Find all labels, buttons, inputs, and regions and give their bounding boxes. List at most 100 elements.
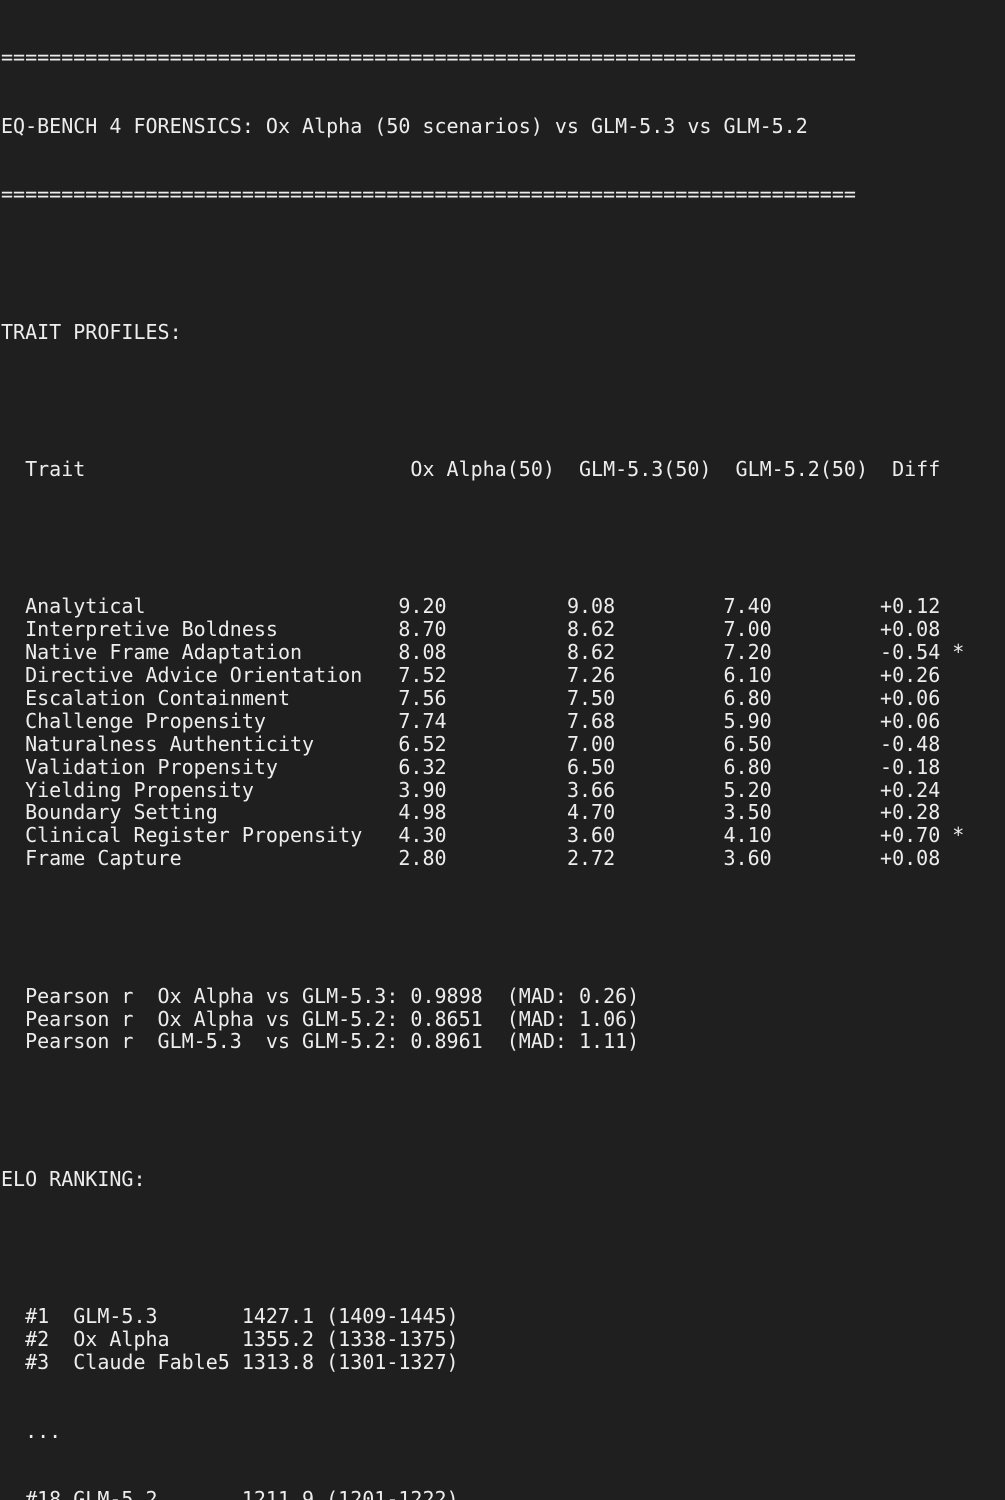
glm52-score: 5.20 bbox=[723, 777, 881, 802]
trait-row: Frame Capture 2.80 2.72 3.60 +0.08 bbox=[1, 847, 1005, 870]
pearson-pair: Ox Alpha vs GLM-5.3: bbox=[157, 983, 411, 1008]
ox-score: 4.30 bbox=[398, 823, 567, 848]
glm53-score: 3.66 bbox=[566, 777, 724, 802]
ox-score: 6.32 bbox=[398, 754, 567, 779]
glm53-score: 7.26 bbox=[566, 663, 724, 688]
diff-value: -0.18 bbox=[880, 754, 953, 779]
trait-name: Analytical bbox=[25, 594, 399, 619]
glm52-score: 7.40 bbox=[723, 594, 881, 619]
col-diff-header: Diff bbox=[892, 457, 941, 482]
glm53-score: 7.00 bbox=[566, 731, 724, 756]
col-g53-header: GLM-5.3(50) bbox=[579, 457, 736, 482]
trait-table-body: Analytical 9.20 9.08 7.40 +0.12 Interpre… bbox=[1, 595, 1005, 870]
trait-row: Validation Propensity 6.32 6.50 6.80 -0.… bbox=[1, 754, 1005, 779]
glm53-score: 4.70 bbox=[566, 800, 724, 825]
header-rule-bottom: ========================================… bbox=[1, 182, 856, 207]
trait-row: Challenge Propensity 7.74 7.68 5.90 +0.0… bbox=[1, 708, 1005, 733]
trait-name: Challenge Propensity bbox=[25, 708, 399, 733]
pearson-block: Pearson r Ox Alpha vs GLM-5.3: 0.9898 (M… bbox=[1, 983, 1005, 1054]
diff-value: +0.28 bbox=[880, 800, 953, 825]
diff-value: +0.26 bbox=[880, 663, 953, 688]
elo-ranking-heading: ELO RANKING: bbox=[1, 1166, 146, 1191]
trait-row: Clinical Register Propensity 4.30 3.60 4… bbox=[1, 824, 1005, 847]
pearson-mad: (MAD: 1.11) bbox=[506, 1029, 640, 1054]
col-ox-header: Ox Alpha(50) bbox=[410, 457, 579, 482]
elo-score: 1355.2 bbox=[241, 1327, 327, 1352]
pearson-r: 0.8651 bbox=[410, 1006, 507, 1031]
elo-rank: #1 bbox=[25, 1304, 74, 1329]
glm52-score: 6.80 bbox=[723, 686, 881, 710]
flag-star: * bbox=[952, 823, 965, 848]
col-trait-header: Trait bbox=[25, 457, 375, 482]
glm53-score: 2.72 bbox=[566, 846, 724, 871]
glm52-score: 4.10 bbox=[723, 823, 881, 848]
ox-score: 6.52 bbox=[398, 731, 567, 756]
glm52-score: 6.50 bbox=[723, 731, 881, 756]
glm53-score: 7.68 bbox=[566, 708, 724, 733]
ox-score: 4.98 bbox=[398, 800, 567, 825]
ox-score: 2.80 bbox=[398, 846, 567, 871]
pearson-label: Pearson r bbox=[25, 1006, 158, 1031]
elo-row: #2 Ox Alpha 1355.2 (1338-1375) bbox=[1, 1328, 1005, 1351]
pearson-pair: GLM-5.3 vs GLM-5.2: bbox=[157, 1029, 411, 1054]
elo-score: 1313.8 bbox=[241, 1350, 327, 1375]
diff-value: -0.54 bbox=[880, 640, 953, 665]
diff-value: +0.24 bbox=[880, 777, 953, 802]
elo-model: Claude Fable5 bbox=[73, 1350, 242, 1375]
trait-name: Frame Capture bbox=[25, 846, 399, 871]
glm53-score: 3.60 bbox=[566, 823, 724, 848]
trait-name: Directive Advice Orientation bbox=[25, 663, 399, 688]
glm52-score: 3.50 bbox=[723, 800, 881, 825]
glm53-score: 6.50 bbox=[566, 754, 724, 779]
glm53-score: 7.50 bbox=[566, 686, 724, 710]
glm52-score: 3.60 bbox=[723, 846, 881, 871]
elo-ellipsis: ... bbox=[25, 1418, 62, 1443]
elo-score: 1211.9 bbox=[241, 1487, 327, 1500]
trait-row: Boundary Setting 4.98 4.70 3.50 +0.28 bbox=[1, 801, 1005, 824]
pearson-r: 0.8961 bbox=[410, 1029, 507, 1054]
col-g52-header: GLM-5.2(50) bbox=[735, 457, 893, 482]
ox-score: 8.70 bbox=[398, 617, 567, 642]
trait-table-header: Trait Ox Alpha(50) GLM-5.3(50) GLM-5.2(5… bbox=[1, 458, 1005, 481]
trait-name: Validation Propensity bbox=[25, 754, 399, 779]
ox-score: 3.90 bbox=[398, 777, 567, 802]
diff-value: +0.06 bbox=[880, 708, 953, 733]
glm52-score: 7.00 bbox=[723, 617, 881, 642]
elo-rank: #2 bbox=[25, 1327, 74, 1352]
pearson-label: Pearson r bbox=[25, 1029, 158, 1054]
pearson-pair: Ox Alpha vs GLM-5.2: bbox=[157, 1006, 411, 1031]
pearson-row: Pearson r Ox Alpha vs GLM-5.2: 0.8651 (M… bbox=[1, 1006, 1005, 1031]
trait-row: Analytical 9.20 9.08 7.40 +0.12 bbox=[1, 595, 1005, 618]
glm53-score: 8.62 bbox=[566, 640, 724, 665]
elo-rank: #18 bbox=[25, 1487, 74, 1500]
report-title: EQ-BENCH 4 FORENSICS: Ox Alpha (50 scena… bbox=[1, 113, 808, 138]
trait-name: Escalation Containment bbox=[25, 686, 399, 710]
header-rule-top: ========================================… bbox=[1, 44, 856, 69]
elo-score: 1427.1 bbox=[241, 1304, 327, 1329]
diff-value: +0.06 bbox=[880, 686, 953, 710]
glm53-score: 9.08 bbox=[566, 594, 724, 619]
trait-name: Clinical Register Propensity bbox=[25, 823, 399, 848]
trait-row: Naturalness Authenticity 6.52 7.00 6.50 … bbox=[1, 731, 1005, 756]
elo-model: GLM-5.3 bbox=[73, 1304, 242, 1329]
ox-score: 7.74 bbox=[398, 708, 567, 733]
trait-name: Interpretive Boldness bbox=[25, 617, 399, 642]
diff-value: +0.08 bbox=[880, 617, 953, 642]
pearson-r: 0.9898 bbox=[410, 983, 507, 1008]
diff-value: +0.08 bbox=[880, 846, 953, 871]
trait-name: Native Frame Adaptation bbox=[25, 640, 399, 665]
trait-row: Interpretive Boldness 8.70 8.62 7.00 +0.… bbox=[1, 618, 1005, 641]
pearson-mad: (MAD: 1.06) bbox=[506, 1006, 640, 1031]
elo-model: GLM-5.2 bbox=[73, 1487, 242, 1500]
trait-row: Yielding Propensity 3.90 3.66 5.20 +0.24 bbox=[1, 777, 1005, 802]
elo-row: #3 Claude Fable5 1313.8 (1301-1327) bbox=[1, 1351, 1005, 1374]
diff-value: -0.48 bbox=[880, 731, 953, 756]
ox-score: 7.52 bbox=[398, 663, 567, 688]
ox-score: 9.20 bbox=[398, 594, 567, 619]
glm52-score: 6.80 bbox=[723, 754, 881, 779]
ox-score: 7.56 bbox=[398, 686, 567, 710]
pearson-row: Pearson r GLM-5.3 vs GLM-5.2: 0.8961 (MA… bbox=[1, 1030, 1005, 1053]
glm52-score: 6.10 bbox=[723, 663, 881, 688]
trait-name: Boundary Setting bbox=[25, 800, 399, 825]
terminal-output[interactable]: ========================================… bbox=[1, 0, 1005, 1500]
